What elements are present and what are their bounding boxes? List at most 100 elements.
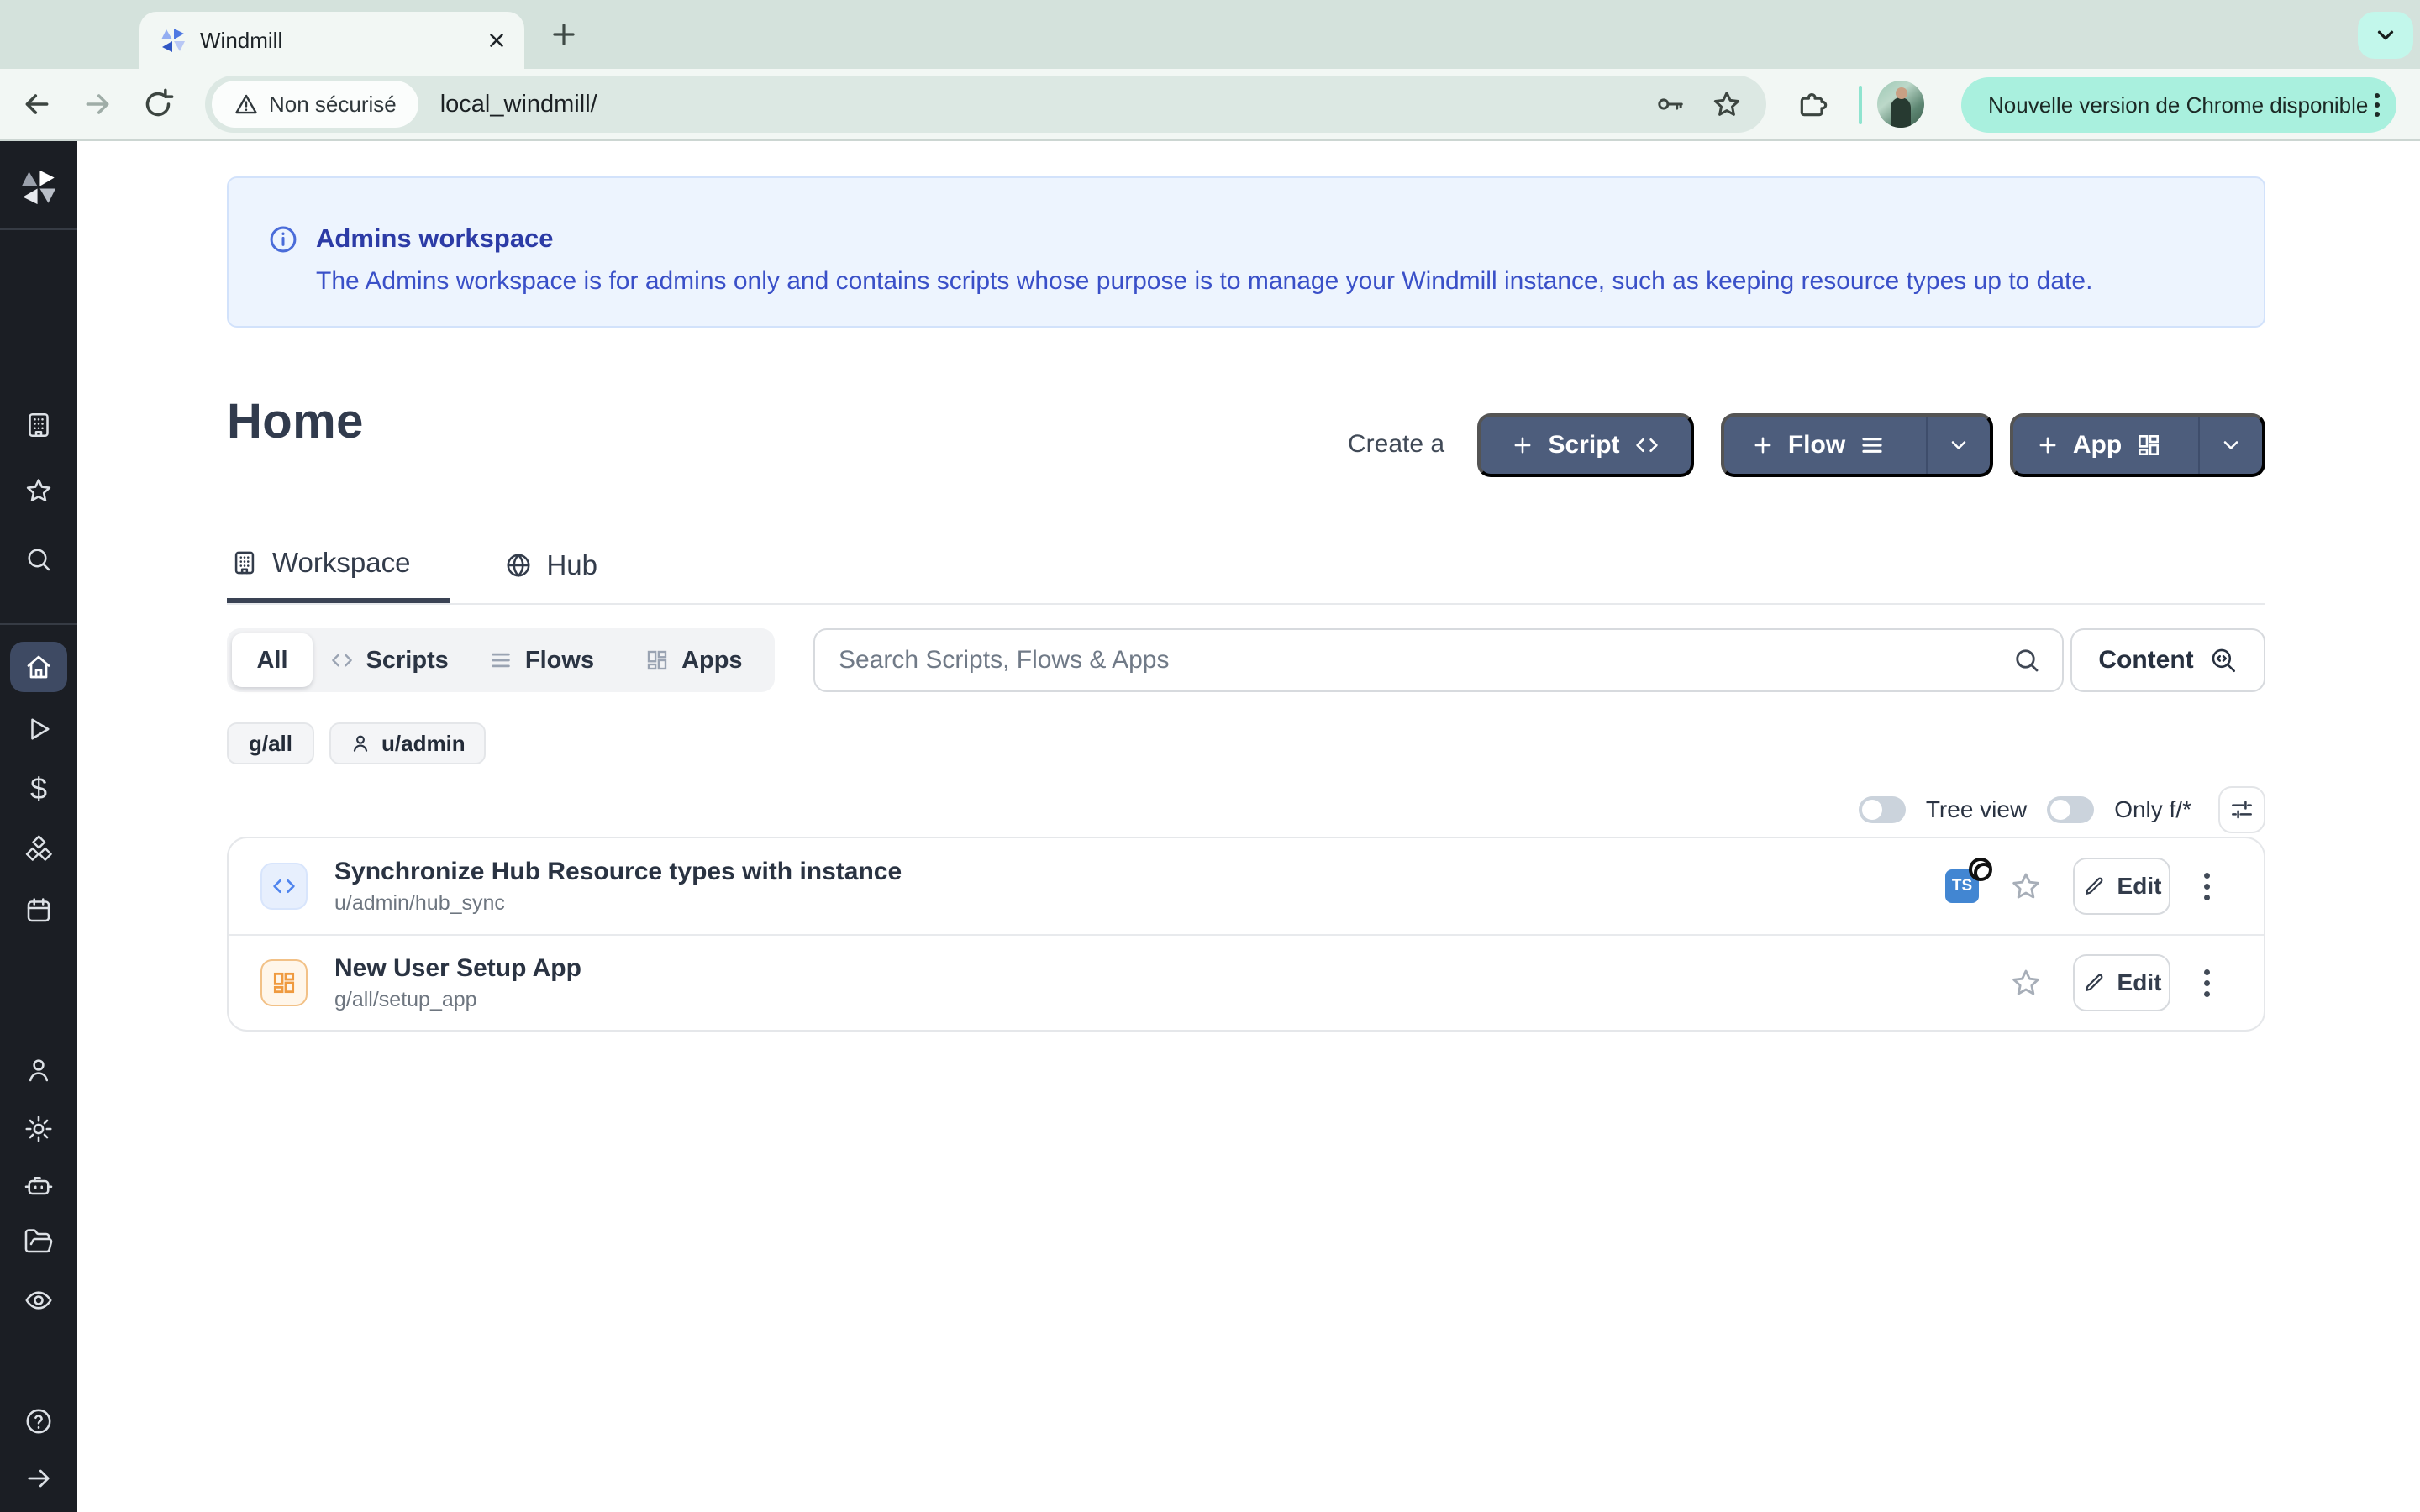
- sliders-icon: [2228, 796, 2255, 823]
- content-search-button[interactable]: Content: [2070, 628, 2265, 692]
- type-filter-group: All Scripts Flows Apps: [227, 628, 775, 692]
- sidebar-item-resources[interactable]: [0, 835, 77, 865]
- app-sidebar: $: [0, 141, 77, 1512]
- view-options: Tree view Only f/*: [1859, 781, 2265, 838]
- new-tab-button[interactable]: [548, 18, 580, 50]
- help-icon[interactable]: [0, 1406, 77, 1436]
- back-icon[interactable]: [20, 87, 54, 121]
- expand-sidebar-icon[interactable]: [0, 1463, 77, 1494]
- list-item[interactable]: New User Setup App g/all/setup_app Edit: [229, 934, 2264, 1030]
- tab-close-icon[interactable]: [486, 29, 508, 51]
- only-f-toggle[interactable]: [2047, 796, 2094, 823]
- mouse-cursor: [1969, 858, 1992, 881]
- item-menu-icon[interactable]: [2201, 966, 2213, 1000]
- workspace-hub-tabs: Workspace Hub: [227, 528, 2265, 605]
- create-script-button[interactable]: Script: [1477, 413, 1694, 477]
- items-list: Synchronize Hub Resource types with inst…: [227, 837, 2265, 1032]
- chevron-down-icon: [1947, 433, 1970, 457]
- flow-icon: [1859, 432, 1886, 459]
- pencil-icon: [2082, 971, 2106, 995]
- flow-icon: [488, 648, 513, 673]
- sidebar-item-workers[interactable]: [0, 1171, 77, 1201]
- info-icon: [267, 223, 299, 255]
- favorites-star-icon[interactable]: [0, 475, 77, 506]
- plus-icon: [1511, 433, 1534, 457]
- item-menu-icon[interactable]: [2201, 869, 2213, 904]
- globe-icon: [504, 551, 533, 580]
- tree-view-label: Tree view: [1926, 796, 2027, 823]
- typescript-badge: TS: [1945, 869, 1979, 903]
- script-icon: [260, 863, 308, 910]
- sidebar-item-home[interactable]: [10, 642, 67, 692]
- security-chip[interactable]: Non sécurisé: [212, 81, 418, 128]
- profile-avatar[interactable]: [1877, 81, 1924, 128]
- browser-tab[interactable]: Windmill: [139, 12, 524, 69]
- item-path: u/admin/hub_sync: [334, 891, 1918, 916]
- filter-flows[interactable]: Flows: [465, 633, 617, 687]
- sidebar-item-variables[interactable]: $: [0, 774, 77, 803]
- app-dropdown-chevron[interactable]: [2198, 417, 2262, 474]
- only-f-label: Only f/*: [2114, 796, 2191, 823]
- search-input[interactable]: [839, 646, 2012, 675]
- sidebar-item-settings[interactable]: [0, 1114, 77, 1144]
- search-code-icon: [2209, 646, 2238, 675]
- tab-workspace[interactable]: Workspace: [227, 528, 450, 603]
- sidebar-item-users[interactable]: [0, 1055, 77, 1085]
- sidebar-item-schedules[interactable]: [0, 895, 77, 926]
- banner-title: Admins workspace: [316, 223, 554, 254]
- favorite-star-icon[interactable]: [2009, 966, 2043, 1000]
- password-key-icon[interactable]: [1654, 88, 1686, 120]
- workspace-switcher-icon[interactable]: [0, 410, 77, 440]
- main-content: Admins workspace The Admins workspace is…: [77, 141, 2420, 1512]
- user-icon: [350, 732, 371, 754]
- search-icon[interactable]: [2012, 645, 2042, 675]
- filter-apps[interactable]: Apps: [618, 633, 770, 687]
- item-path: g/all/setup_app: [334, 988, 1982, 1012]
- filter-scripts[interactable]: Scripts: [313, 633, 465, 687]
- pencil-icon: [2082, 874, 2106, 898]
- search-box: [813, 628, 2064, 692]
- create-a-label: Create a: [1348, 430, 1444, 459]
- display-settings-button[interactable]: [2218, 786, 2265, 833]
- edit-button[interactable]: Edit: [2073, 954, 2170, 1011]
- sidebar-item-runs[interactable]: [0, 714, 77, 744]
- edit-button[interactable]: Edit: [2073, 858, 2170, 915]
- app-grid-icon: [644, 648, 670, 673]
- address-bar[interactable]: Non sécurisé local_windmill/: [205, 76, 1766, 133]
- chrome-update-button[interactable]: Nouvelle version de Chrome disponible: [1961, 77, 2396, 133]
- sidebar-item-folders[interactable]: [0, 1226, 77, 1257]
- filter-all[interactable]: All: [232, 633, 313, 687]
- bookmark-star-icon[interactable]: [1711, 88, 1743, 120]
- chevron-down-icon: [2219, 433, 2243, 457]
- item-title[interactable]: Synchronize Hub Resource types with inst…: [334, 858, 1918, 886]
- warning-icon: [234, 92, 259, 117]
- flow-dropdown-chevron[interactable]: [1926, 417, 1990, 474]
- list-item[interactable]: Synchronize Hub Resource types with inst…: [229, 838, 2264, 934]
- windmill-favicon-icon: [160, 27, 187, 54]
- sidebar-item-audit-logs[interactable]: [0, 1285, 77, 1315]
- chrome-menu-icon[interactable]: [2375, 93, 2380, 117]
- forward-icon[interactable]: [81, 87, 114, 121]
- browser-toolbar: Non sécurisé local_windmill/ Nouvelle ve…: [0, 69, 2420, 141]
- favorite-star-icon[interactable]: [2009, 869, 2043, 903]
- screen: Windmill Non sécurisé: [0, 0, 2420, 1512]
- owner-chip-user[interactable]: u/admin: [329, 722, 486, 764]
- security-label: Non sécurisé: [269, 92, 397, 118]
- windmill-logo-icon[interactable]: [0, 168, 77, 207]
- tab-hub[interactable]: Hub: [501, 528, 601, 603]
- extensions-icon[interactable]: [1795, 87, 1828, 121]
- browser-tabstrip: Windmill: [0, 0, 2420, 69]
- update-label: Nouvelle version de Chrome disponible: [1988, 92, 2368, 118]
- plus-icon: [2036, 433, 2060, 457]
- create-app-button[interactable]: App: [2010, 413, 2265, 477]
- create-flow-button[interactable]: Flow: [1721, 413, 1993, 477]
- item-title[interactable]: New User Setup App: [334, 954, 1982, 983]
- tree-view-toggle[interactable]: [1859, 796, 1906, 823]
- search-icon[interactable]: [0, 544, 77, 575]
- owner-chip-group[interactable]: g/all: [227, 722, 314, 764]
- tab-search-button[interactable]: [2358, 12, 2413, 59]
- url-text[interactable]: local_windmill/: [440, 91, 1628, 118]
- banner-body: The Admins workspace is for admins only …: [316, 267, 2092, 296]
- building-icon: [230, 549, 259, 577]
- reload-icon[interactable]: [141, 87, 175, 121]
